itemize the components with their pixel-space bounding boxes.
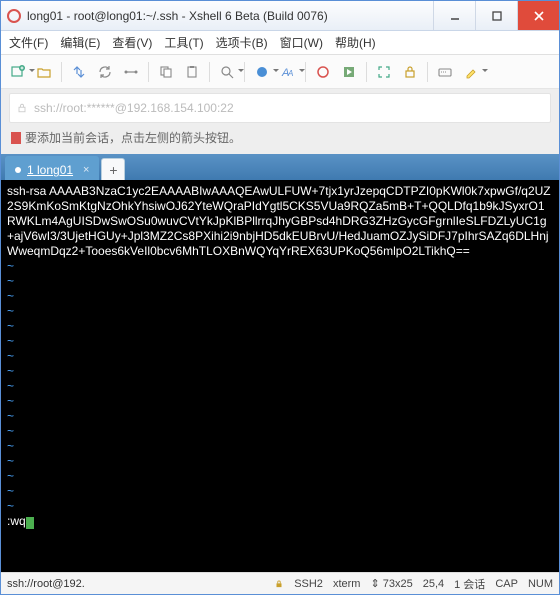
transfer-icon[interactable] [68, 61, 90, 83]
maximize-button[interactable] [475, 1, 517, 30]
hint-bar: 要添加当前会话，点击左侧的箭头按钮。 [1, 127, 559, 154]
tilde-line: ~ [7, 349, 14, 363]
swirl-icon[interactable] [312, 61, 334, 83]
paste-icon[interactable] [181, 61, 203, 83]
menu-file[interactable]: 文件(F) [9, 34, 48, 51]
color-icon[interactable] [251, 61, 273, 83]
menu-help[interactable]: 帮助(H) [335, 34, 376, 51]
padlock-icon [16, 102, 28, 114]
window-title: long01 - root@long01:~/.ssh - Xshell 6 B… [27, 9, 328, 23]
window-controls [433, 1, 559, 30]
status-pos: 25,4 [423, 578, 444, 590]
open-session-icon[interactable] [33, 61, 55, 83]
menu-edit[interactable]: 编辑(E) [60, 34, 100, 51]
tab-long01[interactable]: 1 long01 × [5, 156, 99, 180]
menu-tool[interactable]: 工具(T) [164, 34, 203, 51]
tilde-line: ~ [7, 409, 14, 423]
tilde-line: ~ [7, 364, 14, 378]
search-icon[interactable] [216, 61, 238, 83]
tilde-line: ~ [7, 499, 14, 513]
status-proto: SSH2 [294, 578, 323, 590]
tilde-line: ~ [7, 379, 14, 393]
tilde-line: ~ [7, 334, 14, 348]
terminal[interactable]: ssh-rsa AAAAB3NzaC1yc2EAAAABIwAAAQEAwULF… [1, 180, 559, 572]
close-button[interactable] [517, 1, 559, 30]
fullscreen-icon[interactable] [373, 61, 395, 83]
cursor [26, 517, 34, 529]
session-tabs: 1 long01 × + [1, 154, 559, 180]
tilde-line: ~ [7, 304, 14, 318]
lock-icon[interactable] [399, 61, 421, 83]
status-size: ⇕ 73x25 [370, 577, 412, 590]
menu-window[interactable]: 窗口(W) [280, 34, 323, 51]
tilde-line: ~ [7, 289, 14, 303]
title-bar: long01 - root@long01:~/.ssh - Xshell 6 B… [1, 1, 559, 31]
tab-close-icon[interactable]: × [83, 164, 89, 176]
lock-status-icon [274, 579, 284, 589]
terminal-content: ssh-rsa AAAAB3NzaC1yc2EAAAABIwAAAQEAwULF… [7, 184, 551, 258]
tilde-line: ~ [7, 259, 14, 273]
menu-view[interactable]: 查看(V) [112, 34, 152, 51]
add-tab-button[interactable]: + [101, 158, 125, 180]
new-session-icon[interactable] [7, 61, 29, 83]
tab-label: 1 long01 [27, 163, 73, 177]
tilde-line: ~ [7, 274, 14, 288]
highlight-icon[interactable] [460, 61, 482, 83]
tilde-line: ~ [7, 484, 14, 498]
tilde-line: ~ [7, 424, 14, 438]
disconnect-icon[interactable] [120, 61, 142, 83]
tab-status-icon [15, 167, 21, 173]
run-icon[interactable] [338, 61, 360, 83]
keyboard-icon[interactable] [434, 61, 456, 83]
address-bar[interactable]: ssh://root:******@192.168.154.100:22 [9, 93, 551, 123]
status-num: NUM [528, 578, 553, 590]
hint-text: 要添加当前会话，点击左侧的箭头按钮。 [25, 129, 241, 146]
font-icon[interactable]: AA [277, 61, 299, 83]
status-connection: ssh://root@192. [7, 578, 85, 590]
status-bar: ssh://root@192. SSH2 xterm ⇕ 73x25 25,4 … [1, 572, 559, 594]
tilde-line: ~ [7, 469, 14, 483]
terminal-command: :wq [7, 514, 26, 528]
toolbar: AA [1, 55, 559, 89]
copy-icon[interactable] [155, 61, 177, 83]
status-term: xterm [333, 578, 361, 590]
tilde-line: ~ [7, 319, 14, 333]
svg-text:A: A [287, 69, 293, 78]
minimize-button[interactable] [433, 1, 475, 30]
app-icon [7, 9, 21, 23]
tilde-line: ~ [7, 439, 14, 453]
reconnect-icon[interactable] [94, 61, 116, 83]
flag-icon [11, 132, 21, 144]
status-cap: CAP [495, 578, 518, 590]
status-sess: 1 会话 [454, 576, 485, 592]
add-tab-label: + [109, 162, 117, 178]
tilde-line: ~ [7, 454, 14, 468]
menu-tab[interactable]: 选项卡(B) [216, 34, 268, 51]
menu-bar: 文件(F) 编辑(E) 查看(V) 工具(T) 选项卡(B) 窗口(W) 帮助(… [1, 31, 559, 55]
tilde-line: ~ [7, 394, 14, 408]
address-text: ssh://root:******@192.168.154.100:22 [34, 101, 234, 115]
